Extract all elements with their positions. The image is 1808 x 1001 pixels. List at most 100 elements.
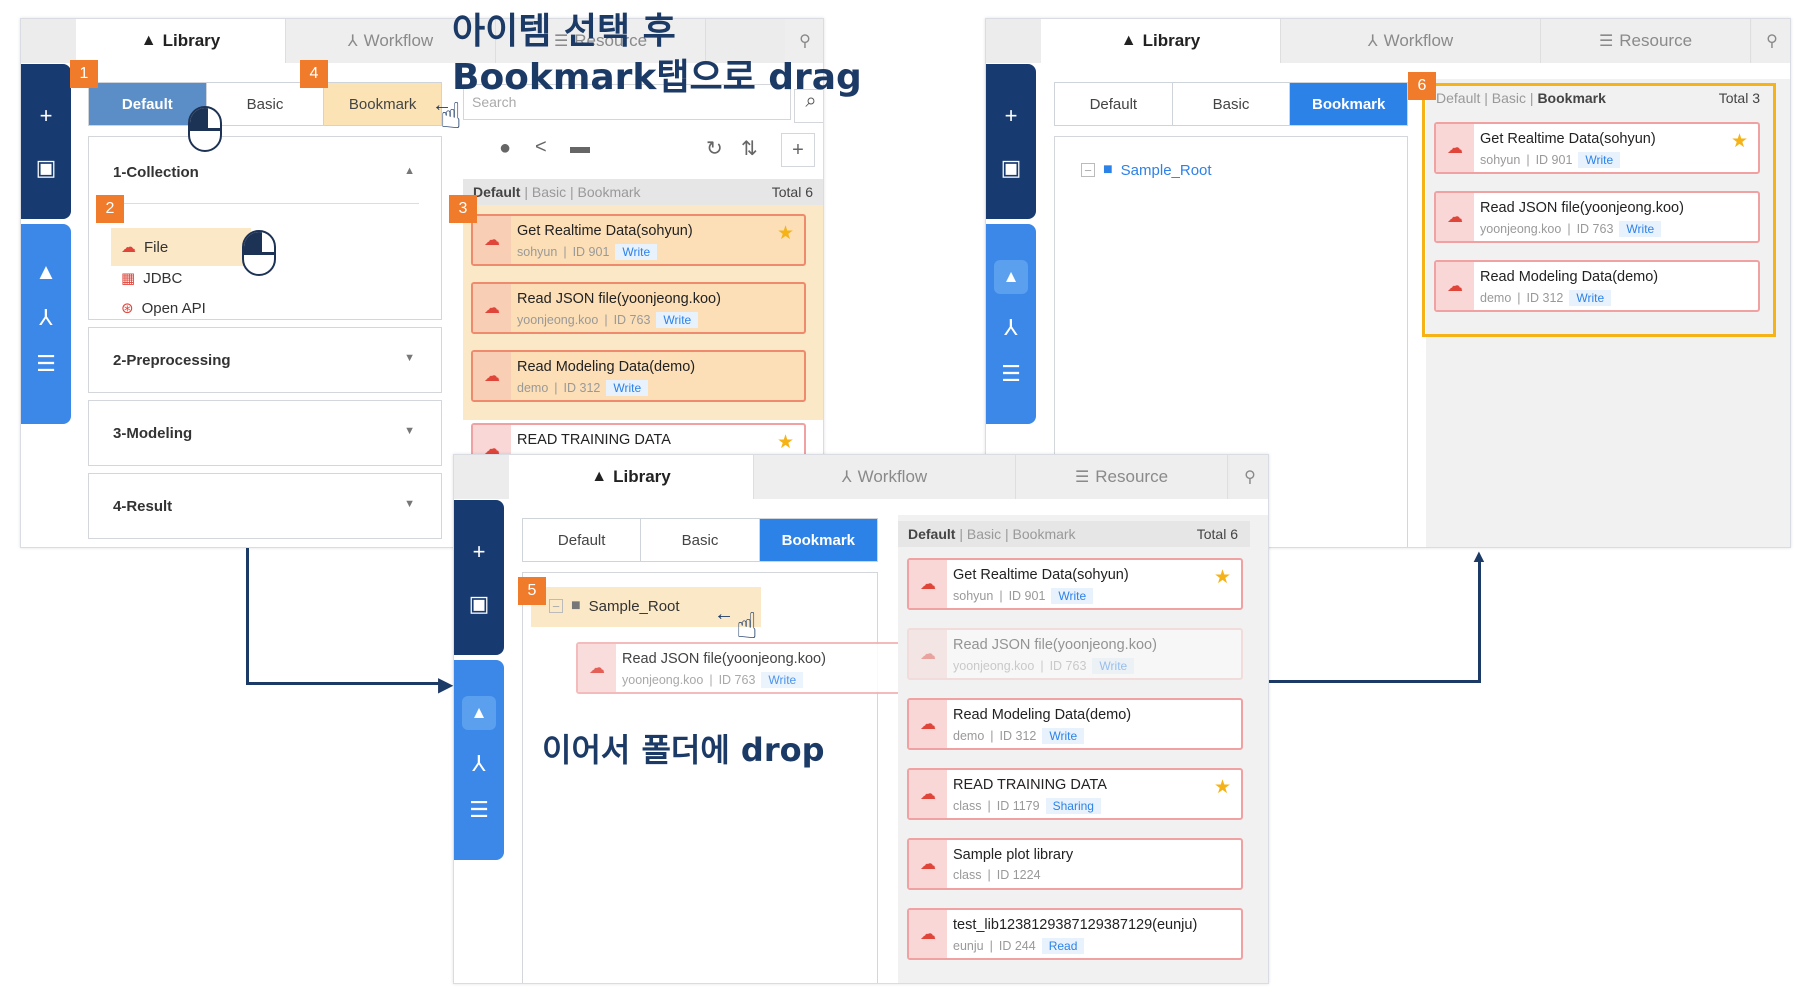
- cloud-upload-icon: ☁: [909, 770, 947, 818]
- accordion-preprocessing[interactable]: 2-Preprocessing ▼: [88, 327, 442, 393]
- card[interactable]: ☁ Read JSON file(yoonjeong.koo) yoonjeon…: [1434, 191, 1760, 243]
- workflow-icon: ⅄: [841, 469, 852, 486]
- sidebar-primary: + ▣: [986, 64, 1036, 219]
- caret-up-icon[interactable]: ▲: [404, 165, 415, 177]
- star-icon[interactable]: ★: [777, 222, 794, 245]
- workflow-nav-icon[interactable]: ⅄: [1004, 316, 1017, 340]
- star-icon[interactable]: ★: [1214, 566, 1231, 589]
- card[interactable]: ☁ test_lib1238129387129387129(eunju) eun…: [907, 908, 1243, 960]
- user-folder-icon[interactable]: ▣: [469, 592, 490, 616]
- subtab-basic[interactable]: Basic: [1172, 83, 1291, 125]
- pin-icon[interactable]: ⚲: [1752, 19, 1790, 63]
- workflow-nav-icon[interactable]: ⅄: [472, 752, 485, 776]
- mouse-click-icon: [188, 106, 222, 152]
- accordion-modeling[interactable]: 3-Modeling ▼: [88, 400, 442, 466]
- tab-library[interactable]: ▲ Library: [76, 19, 286, 63]
- accordion-result[interactable]: 4-Result ▼: [88, 473, 442, 539]
- sidebar-primary: + ▣: [454, 500, 504, 655]
- arrow-head-right-icon: ▶: [438, 674, 454, 696]
- folder-icon[interactable]: ▬: [570, 136, 590, 159]
- add-icon[interactable]: +: [1005, 104, 1018, 128]
- list-header: Default | Basic | Bookmark Total 6: [898, 521, 1250, 547]
- refresh-icon[interactable]: ↻: [706, 136, 723, 161]
- tab-workflow[interactable]: ⅄ Workflow: [754, 455, 1016, 499]
- subtab-basic[interactable]: Basic: [641, 519, 760, 561]
- database-icon: ▦: [121, 270, 136, 287]
- cloud-upload-icon: ☁: [473, 216, 511, 264]
- share-icon[interactable]: <: [535, 136, 547, 159]
- user-folder-icon[interactable]: ▣: [1001, 156, 1022, 180]
- caret-down-icon: ▼: [404, 425, 415, 437]
- subtab-default[interactable]: Default: [523, 519, 642, 561]
- cloud-upload-icon: ☁: [1436, 193, 1474, 241]
- cloud-upload-icon: ☁: [909, 630, 947, 678]
- resource-nav-icon[interactable]: ☰: [36, 352, 56, 376]
- dragged-card[interactable]: ☁ Read JSON file(yoonjeong.koo) yoonjeon…: [576, 642, 914, 694]
- caption-drag-line2: Bookmark탭으로 drag: [452, 57, 862, 98]
- workflow-nav-icon[interactable]: ⅄: [39, 306, 52, 330]
- flow-arrow-left-horizontal: [246, 682, 446, 685]
- card[interactable]: ☁ Get Realtime Data(sohyun) sohyun | ID 90…: [907, 558, 1243, 610]
- pin-icon[interactable]: ⚲: [1230, 455, 1268, 499]
- add-icon[interactable]: +: [40, 104, 53, 128]
- star-icon[interactable]: ★: [1731, 130, 1748, 153]
- tab-resource[interactable]: ☰ Resource: [1016, 455, 1228, 499]
- drag-arrow-icon: ←: [432, 94, 452, 116]
- library-nav-icon[interactable]: ▲: [35, 260, 57, 284]
- subtab-group: Default Basic Bookmark: [1054, 82, 1408, 126]
- folder-icon: ■: [571, 597, 581, 614]
- accordion-collection: 1-Collection ▲ ☁ File ▦ JDBC ⊛ Open API: [88, 136, 442, 320]
- accordion-title[interactable]: 1-Collection: [113, 164, 199, 181]
- add-icon[interactable]: +: [473, 540, 486, 564]
- tree-folder-sample-root[interactable]: − ■ Sample_Root: [1081, 161, 1212, 179]
- library-nav-icon[interactable]: ▲: [462, 696, 496, 730]
- collapse-icon[interactable]: −: [1081, 163, 1095, 178]
- tab-resource[interactable]: ☰ Resource: [1541, 19, 1751, 63]
- star-icon[interactable]: ★: [1214, 776, 1231, 799]
- cloud-upload-icon: ☁: [909, 700, 947, 748]
- cloud-upload-icon: ☁: [473, 352, 511, 400]
- resource-nav-icon[interactable]: ☰: [1001, 362, 1021, 386]
- card[interactable]: ☁ Read Modeling Data(demo) demo | ID 312 Wr…: [907, 698, 1243, 750]
- user-folder-icon[interactable]: ▣: [36, 156, 57, 180]
- sort-icon[interactable]: ⇅: [741, 136, 758, 161]
- card[interactable]: ☁ Get Realtime Data(sohyun) sohyun | ID 90…: [471, 214, 806, 266]
- resource-nav-icon[interactable]: ☰: [469, 798, 489, 822]
- collapse-icon[interactable]: −: [549, 599, 563, 614]
- divider: [111, 203, 419, 204]
- flow-arrow-right-horizontal: [1269, 680, 1481, 683]
- cloud-upload-icon: ☁: [909, 560, 947, 608]
- cloud-upload-icon: ☁: [1436, 262, 1474, 310]
- user-icon[interactable]: ●: [499, 137, 511, 160]
- step-number-3: 3: [449, 195, 477, 223]
- tab-bar: ▲ Library ⅄ Workflow ☰ Resource ⚲: [454, 455, 1268, 499]
- list-item-jdbc[interactable]: ▦ JDBC: [121, 269, 182, 288]
- resource-icon: ☰: [1598, 33, 1614, 50]
- tab-bar: ▲ Library ⅄ Workflow ☰ Resource ⚲: [986, 19, 1790, 63]
- accordion-title: 2-Preprocessing: [113, 352, 231, 369]
- card[interactable]: ☁ Read Modeling Data(demo) demo | ID 312 Wr…: [471, 350, 806, 402]
- card[interactable]: ☁ READ TRAINING DATA class | ID 1179 Sharin…: [907, 768, 1243, 820]
- list-item-openapi[interactable]: ⊛ Open API: [121, 299, 206, 318]
- panel-step2: ▲ Library ⅄ Workflow ☰ Resource ⚲ + ▣ ▲ ⅄ ☰…: [453, 454, 1269, 984]
- list-item-file[interactable]: ☁ File: [121, 238, 168, 257]
- card[interactable]: ☁ Get Realtime Data(sohyun) sohyun | ID 90…: [1434, 122, 1760, 174]
- tab-library[interactable]: ▲ Library: [1041, 19, 1281, 63]
- star-icon[interactable]: ★: [777, 431, 794, 454]
- tree-folder-sample-root[interactable]: − ■ Sample_Root: [549, 597, 680, 615]
- subtab-default[interactable]: Default: [1055, 83, 1173, 125]
- add-item-button[interactable]: +: [781, 133, 815, 167]
- folder-icon: ■: [1103, 161, 1113, 178]
- library-nav-icon[interactable]: ▲: [994, 260, 1028, 294]
- card[interactable]: ☁ Read JSON file(yoonjeong.koo) yoonjeon…: [907, 628, 1243, 680]
- card[interactable]: ☁ Read Modeling Data(demo) demo | ID 312 Wr…: [1434, 260, 1760, 312]
- sidebar-secondary: ▲ ⅄ ☰: [986, 224, 1036, 424]
- card[interactable]: ☁ Read JSON file(yoonjeong.koo) yoonjeon…: [471, 282, 806, 334]
- subtab-bookmark[interactable]: Bookmark: [1290, 83, 1408, 125]
- subtab-bookmark[interactable]: Bookmark: [324, 83, 442, 125]
- tab-workflow[interactable]: ⅄ Workflow: [1281, 19, 1541, 63]
- tab-library[interactable]: ▲ Library: [509, 455, 754, 499]
- card[interactable]: ☁ Sample plot library class | ID 1224: [907, 838, 1243, 890]
- subtab-basic[interactable]: Basic: [206, 83, 325, 125]
- subtab-bookmark[interactable]: Bookmark: [759, 519, 877, 561]
